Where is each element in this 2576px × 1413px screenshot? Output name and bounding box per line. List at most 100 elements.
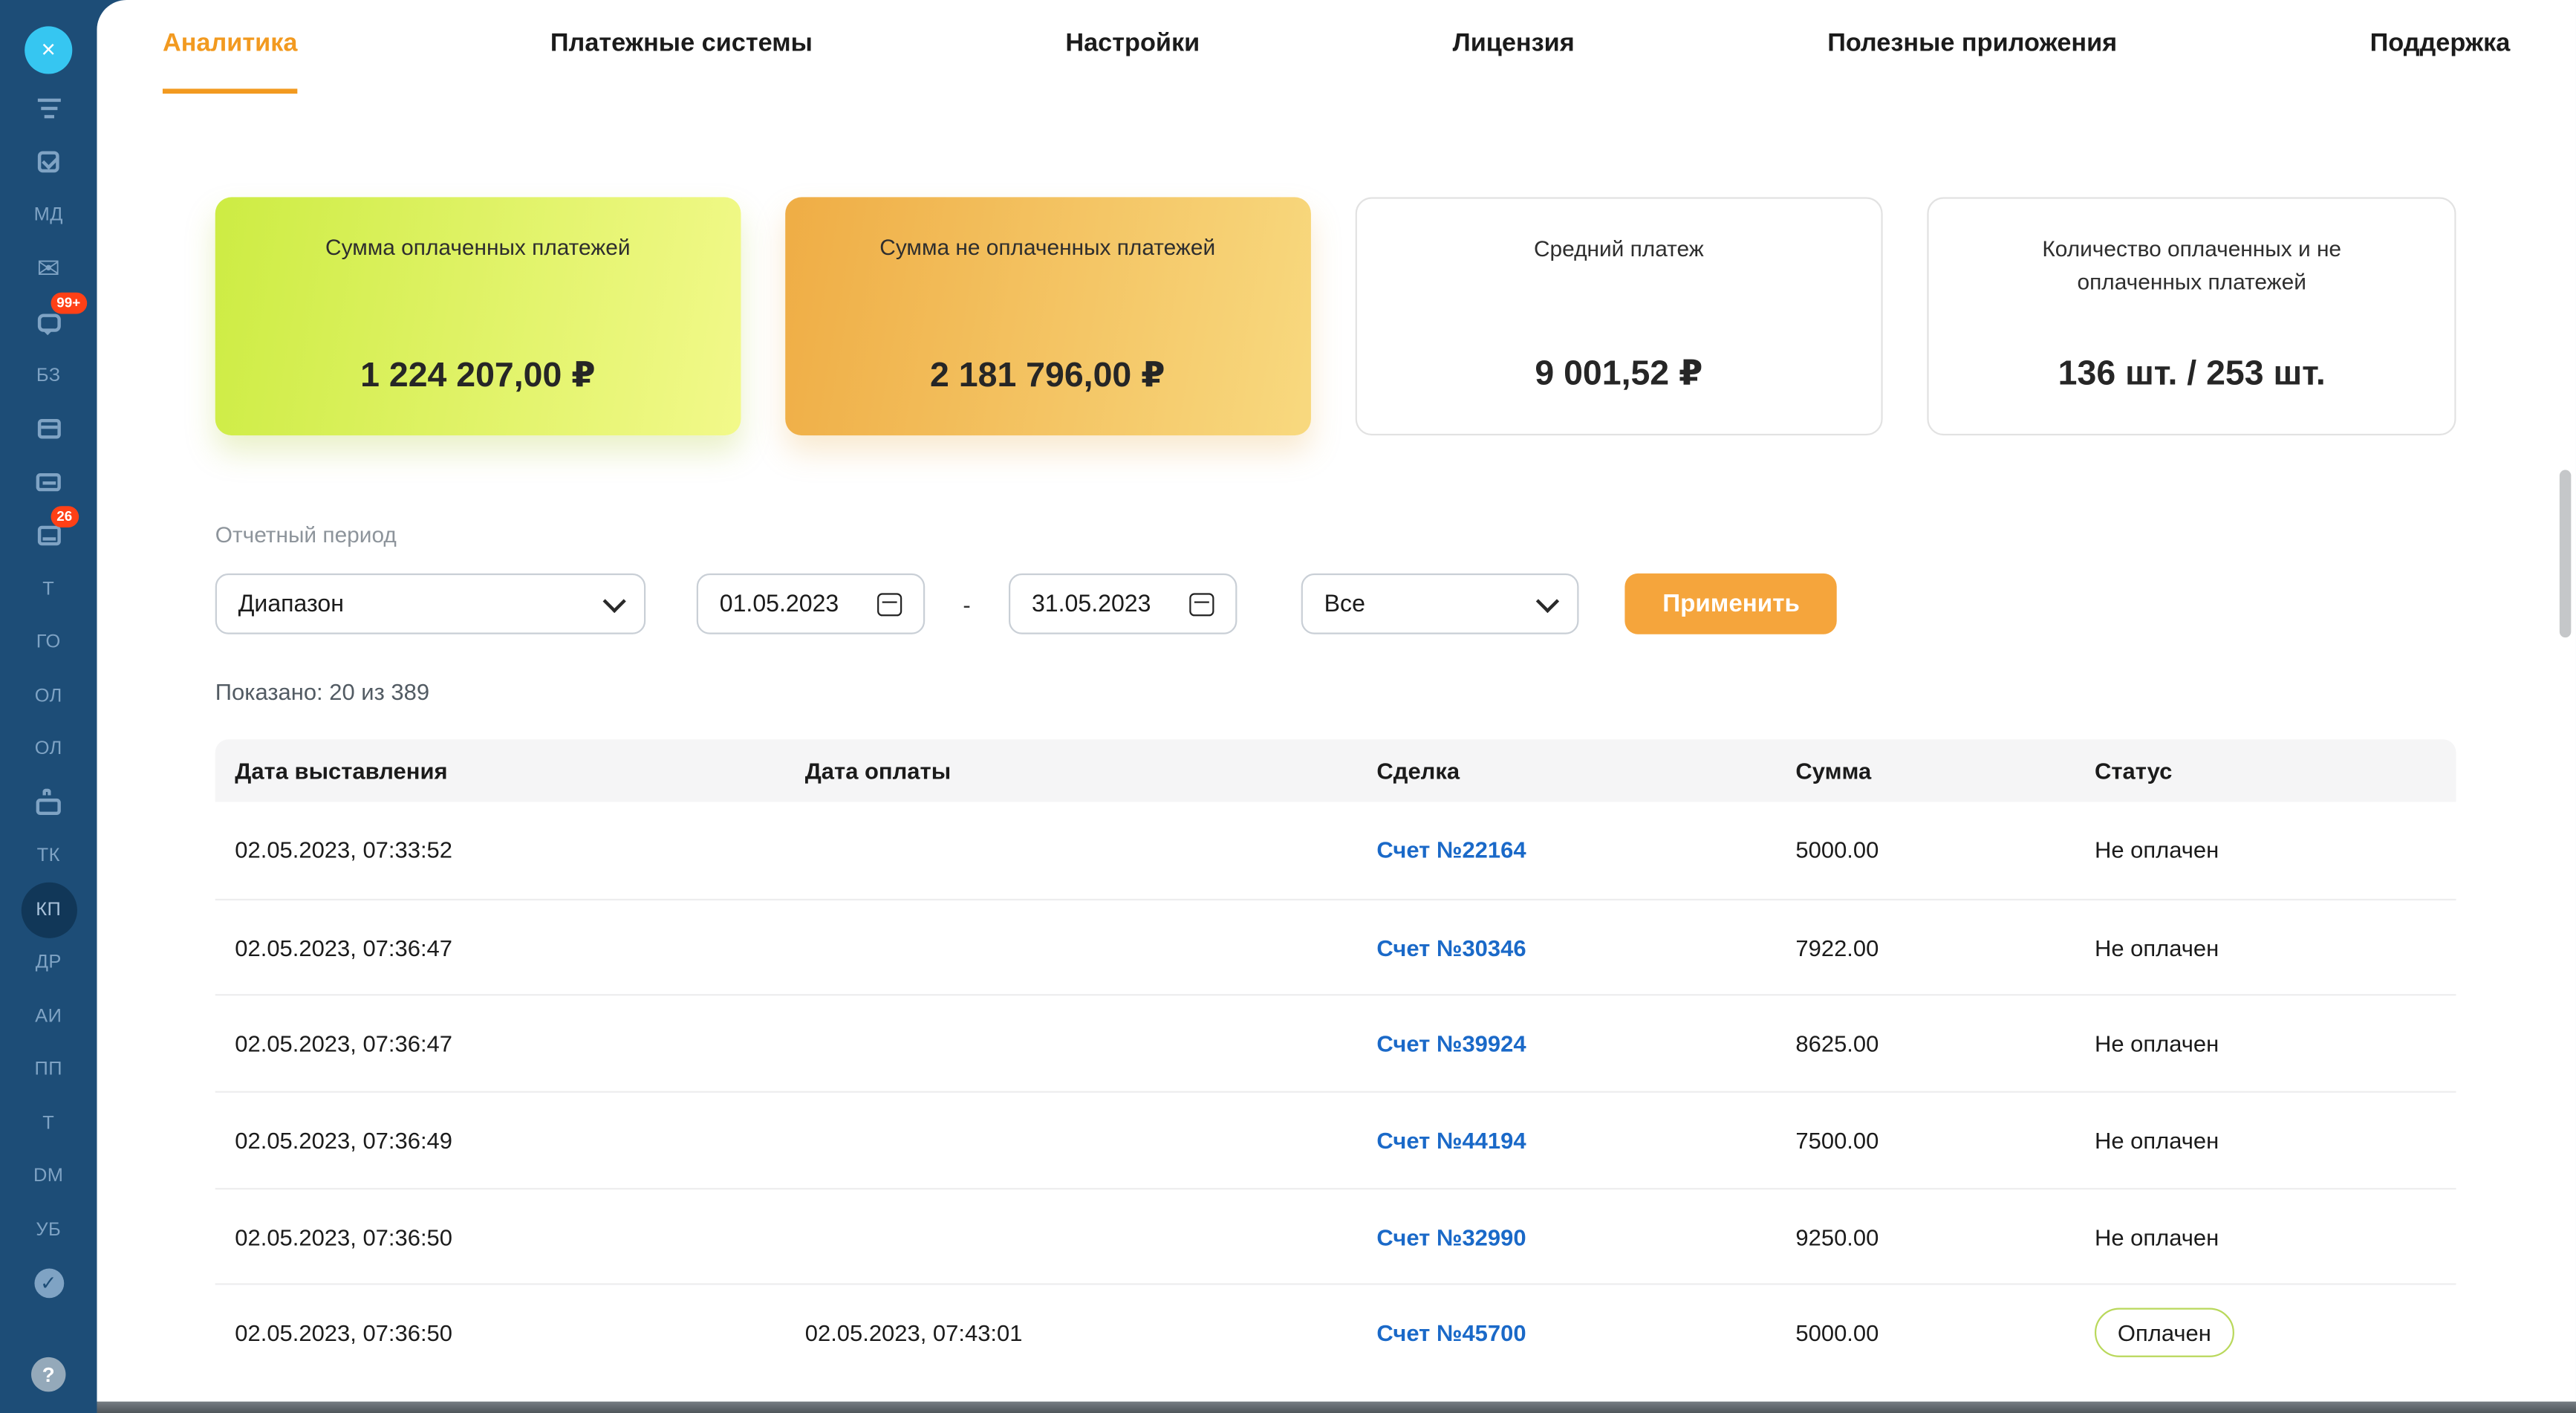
sidebar-item-media[interactable] [32, 464, 65, 501]
report-period-label: Отчетный период [215, 524, 2458, 548]
tab-support[interactable]: Поддержка [2370, 0, 2511, 94]
tab-useful-apps[interactable]: Полезные приложения [1827, 0, 2117, 94]
stat-card-value: 9 001,52 ₽ [1535, 354, 1702, 394]
calendar-icon [1189, 591, 1214, 616]
date-to-value: 31.05.2023 [1032, 591, 1151, 617]
tab-license[interactable]: Лицензия [1453, 0, 1575, 94]
cell-status: Не оплачен [2095, 1224, 2456, 1250]
table-row: 02.05.2023, 07:36:50Счет №329909250.00Не… [215, 1188, 2456, 1284]
column-header: Дата выставления [235, 758, 804, 784]
sidebar-item-ol2[interactable]: ОЛ [35, 731, 62, 767]
sidebar-item-go[interactable]: ГО [36, 624, 61, 660]
deal-link[interactable]: Счет №39924 [1376, 1030, 1526, 1056]
banner-icon [32, 466, 65, 498]
cell-status: Оплачен [2095, 1308, 2456, 1357]
cell-deal: Счет №45700 [1376, 1320, 1795, 1346]
table-body: 02.05.2023, 07:33:52 Счет №22164 5000.00 Не… [215, 802, 2456, 1380]
deal-link[interactable]: Счет №32990 [1376, 1224, 1526, 1250]
stat-card-paid-sum: Сумма оплаченных платежей1 224 207,00 ₽ [215, 197, 741, 435]
sidebar-item-pp[interactable]: ПП [35, 1052, 62, 1088]
sidebar-items: МД 99+ БЗ 26 Т ГО ОЛ ОЛ ТК КП ДР АИ ПП Т DM УБ [21, 91, 77, 1302]
payments-table: Дата выставленияДата оплатыСделкаСуммаСт… [215, 739, 2456, 1380]
stat-card-value: 1 224 207,00 ₽ [360, 355, 595, 396]
apply-button[interactable]: Применить [1624, 574, 1837, 634]
cell-amount: 5000.00 [1795, 1320, 2095, 1346]
stat-card-value: 136 шт. / 253 шт. [2058, 355, 2326, 394]
stat-card-unpaid-sum: Сумма не оплаченных платежей2 181 796,00… [785, 197, 1310, 435]
status-select[interactable]: Все [1301, 574, 1579, 634]
chevron-down-icon [1536, 589, 1559, 612]
tab-payment-systems[interactable]: Платежные системы [550, 0, 813, 94]
deal-link[interactable]: Счет №44194 [1376, 1127, 1526, 1153]
stat-card-title: Средний платеж [1534, 233, 1704, 267]
cell-issued-date: 02.05.2023, 07:36:47 [235, 1030, 804, 1056]
table-row: 02.05.2023, 07:36:49Счет №441947500.00Не… [215, 1091, 2456, 1188]
sidebar-item-md[interactable]: МД [34, 197, 63, 233]
tab-bar: Аналитика Платежные системы Настройки Лицен… [97, 0, 2576, 94]
sidebar-item-tk[interactable]: ТК [37, 838, 60, 874]
deal-link[interactable]: Счет №45700 [1376, 1320, 1526, 1346]
main-panel: Аналитика Платежные системы Настройки Лицен… [97, 0, 2576, 1413]
close-button[interactable]: × [25, 26, 72, 74]
tab-analytics[interactable]: Аналитика [163, 0, 298, 94]
sidebar: × МД 99+ БЗ 26 Т ГО ОЛ ОЛ ТК КП ДР АИ ПП Т DM УБ ? [0, 0, 97, 1413]
table-row: 02.05.2023, 07:36:47Счет №399248625.00Не… [215, 995, 2456, 1091]
sidebar-item-drive[interactable]: 26 [32, 518, 65, 554]
cell-amount: 5000.00 [1795, 837, 2095, 863]
sidebar-item-filter[interactable] [32, 91, 65, 127]
sidebar-item-tasks[interactable] [32, 144, 65, 181]
sidebar-item-ub[interactable]: УБ [36, 1212, 61, 1248]
table-header: Дата выставленияДата оплатыСделкаСуммаСт… [215, 739, 2456, 802]
sidebar-item-ai[interactable]: АИ [35, 998, 62, 1035]
cell-issued-date: 02.05.2023, 07:36:47 [235, 934, 804, 960]
status-badge-paid: Оплачен [2095, 1308, 2234, 1357]
status-text: Не оплачен [2095, 1224, 2219, 1250]
sidebar-item-briefcase[interactable] [32, 785, 65, 821]
sidebar-item-chat[interactable]: 99+ [32, 304, 65, 340]
cell-amount: 7500.00 [1795, 1127, 2095, 1153]
column-header: Дата оплаты [805, 758, 1377, 784]
sidebar-item-t1[interactable]: Т [42, 571, 54, 608]
sidebar-item-kp[interactable]: КП [21, 882, 77, 938]
tasks-icon [32, 146, 65, 178]
tab-settings[interactable]: Настройки [1065, 0, 1200, 94]
chevron-down-icon [603, 589, 626, 612]
table-row: 02.05.2023, 07:36:47 Счет №30346 7922.00Не… [215, 898, 2456, 995]
stat-card-counts: Количество оплаченных и не оплаченных пл… [1928, 197, 2456, 435]
sidebar-item-mail[interactable] [32, 250, 65, 287]
bottom-scrollbar [97, 1402, 2576, 1413]
deal-link[interactable]: Счет №22164 [1376, 837, 1526, 863]
calendar-icon [32, 412, 65, 445]
cell-issued-date: 02.05.2023, 07:33:52 [235, 837, 804, 863]
sidebar-item-bz[interactable]: БЗ [36, 357, 61, 394]
cell-amount: 7922.00 [1795, 934, 2095, 960]
mail-icon [32, 253, 65, 285]
date-to-input[interactable]: 31.05.2023 [1009, 574, 1237, 634]
cell-deal: Счет №30346 [1376, 934, 1795, 960]
column-header: Статус [2095, 758, 2456, 784]
date-from-value: 01.05.2023 [720, 591, 839, 617]
sidebar-item-dm[interactable]: DM [33, 1158, 63, 1195]
sidebar-item-dr[interactable]: ДР [36, 945, 62, 981]
results-count: Показано: 20 из 389 [215, 680, 2458, 704]
deal-link[interactable]: Счет №30346 [1376, 934, 1526, 960]
stat-card-title: Сумма не оплаченных платежей [879, 232, 1215, 265]
filter-icon [32, 92, 65, 125]
help-button[interactable]: ? [31, 1357, 65, 1391]
close-icon: × [42, 36, 56, 65]
briefcase-icon [32, 786, 65, 819]
cell-status: Не оплачен [2095, 934, 2456, 960]
sidebar-item-t2[interactable]: Т [42, 1105, 54, 1141]
notification-badge: 99+ [50, 293, 87, 314]
sidebar-item-complete[interactable] [32, 1265, 65, 1302]
app-window: × МД 99+ БЗ 26 Т ГО ОЛ ОЛ ТК КП ДР АИ ПП Т DM УБ ? Анал… [0, 0, 2576, 1413]
date-from-input[interactable]: 01.05.2023 [697, 574, 925, 634]
calendar-icon [877, 591, 902, 616]
table-row: 02.05.2023, 07:33:52Счет №221645000.00Не… [215, 802, 2456, 898]
filter-row: Диапазон 01.05.2023 - 31.05.2023 Все При… [215, 574, 2458, 634]
range-select[interactable]: Диапазон [215, 574, 645, 634]
sidebar-item-calendar[interactable] [32, 411, 65, 447]
sidebar-item-ol1[interactable]: ОЛ [35, 678, 62, 714]
vertical-scrollbar[interactable] [2560, 470, 2571, 638]
cell-issued-date: 02.05.2023, 07:36:50 [235, 1224, 804, 1250]
